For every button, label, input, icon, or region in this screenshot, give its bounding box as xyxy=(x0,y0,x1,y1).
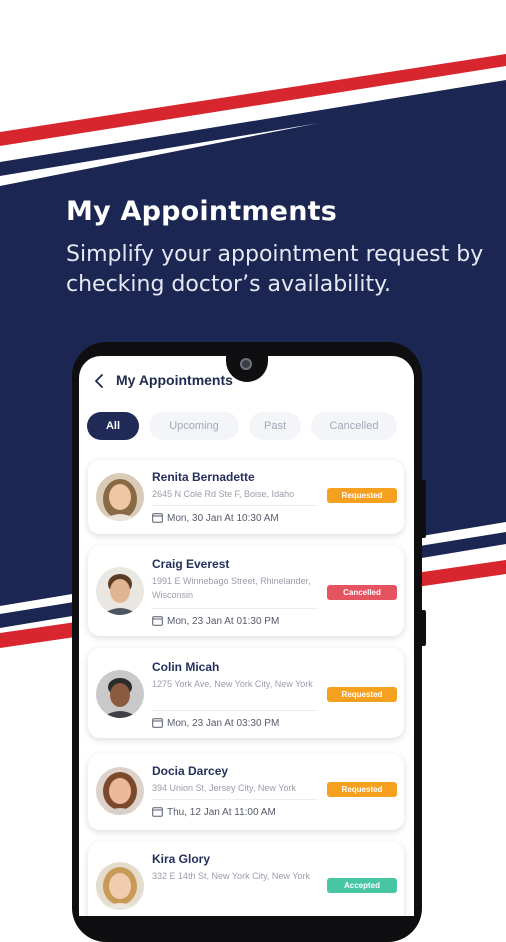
appointment-datetime-text: Mon, 23 Jan At 03:30 PM xyxy=(167,718,280,729)
tab-cancelled[interactable]: Cancelled xyxy=(311,412,397,440)
doctor-name: Kira Glory xyxy=(152,852,211,866)
calendar-icon xyxy=(152,807,163,817)
avatar xyxy=(96,567,144,615)
appointment-datetime-text: Mon, 23 Jan At 01:30 PM xyxy=(167,616,280,627)
doctor-name: Renita Bernadette xyxy=(152,470,255,484)
appointment-card-kira[interactable]: Kira Glory 332 E 14th St, New York City,… xyxy=(88,842,404,916)
doctor-address: 1991 E Winnebago Street, Rhinelander, Wi… xyxy=(152,576,311,600)
appointment-datetime-text: Thu, 12 Jan At 11:00 AM xyxy=(167,807,276,818)
appointment-card-docia[interactable]: Docia Darcey 394 Union St, Jersey City, … xyxy=(88,754,404,830)
appointment-card-colin[interactable]: Colin Micah 1275 York Ave, New York City… xyxy=(88,648,404,738)
divider xyxy=(152,505,318,506)
promo-subline: Simplify your appointment request by che… xyxy=(66,242,484,297)
doctor-name: Colin Micah xyxy=(152,660,220,674)
appointment-datetime-text: Mon, 30 Jan At 10:30 AM xyxy=(167,513,279,524)
doctor-address: 1275 York Ave, New York City, New York xyxy=(152,679,313,689)
calendar-icon xyxy=(152,718,163,728)
appointment-card-renita[interactable]: Renita Bernadette 2645 N Cole Rd Ste F, … xyxy=(88,460,404,534)
phone-power-button xyxy=(421,480,426,538)
tab-all[interactable]: All xyxy=(87,412,139,440)
avatar xyxy=(96,473,144,521)
doctor-address: 394 Union St, Jersey City, New York xyxy=(152,783,296,793)
divider xyxy=(152,608,318,609)
divider xyxy=(152,710,318,711)
tab-past[interactable]: Past xyxy=(249,412,301,440)
filter-tabs: All Upcoming Past Cancelled xyxy=(87,412,407,440)
appointment-datetime: Mon, 30 Jan At 10:30 AM xyxy=(152,512,279,524)
avatar xyxy=(96,767,144,815)
divider xyxy=(152,799,318,800)
status-badge: Requested xyxy=(327,782,397,797)
chevron-left-icon[interactable] xyxy=(91,372,109,390)
doctor-address: 332 E 14th St, New York City, New York xyxy=(152,871,310,881)
appointment-datetime: Mon, 23 Jan At 01:30 PM xyxy=(152,615,279,627)
status-badge: Cancelled xyxy=(327,585,397,600)
status-badge: Requested xyxy=(327,488,397,503)
avatar xyxy=(96,670,144,718)
doctor-address: 2645 N Cole Rd Ste F, Boise, Idaho xyxy=(152,489,295,499)
doctor-name: Craig Everest xyxy=(152,557,230,571)
status-badge: Requested xyxy=(327,687,397,702)
appointment-card-craig[interactable]: Craig Everest 1991 E Winnebago Street, R… xyxy=(88,546,404,636)
tab-upcoming[interactable]: Upcoming xyxy=(149,412,239,440)
calendar-icon xyxy=(152,513,163,523)
status-badge: Accepted xyxy=(327,878,397,893)
avatar xyxy=(96,862,144,910)
camera-icon xyxy=(240,358,252,370)
calendar-icon xyxy=(152,616,163,626)
appointment-datetime: Mon, 23 Jan At 03:30 PM xyxy=(152,717,279,729)
page-title: My Appointments xyxy=(116,372,233,388)
phone-volume-button xyxy=(421,610,426,646)
appointment-datetime: Thu, 12 Jan At 11:00 AM xyxy=(152,806,276,818)
doctor-name: Docia Darcey xyxy=(152,764,229,778)
promo-headline: My Appointments xyxy=(66,196,337,227)
app-screen: My Appointments All Upcoming Past Cancel… xyxy=(79,356,414,916)
